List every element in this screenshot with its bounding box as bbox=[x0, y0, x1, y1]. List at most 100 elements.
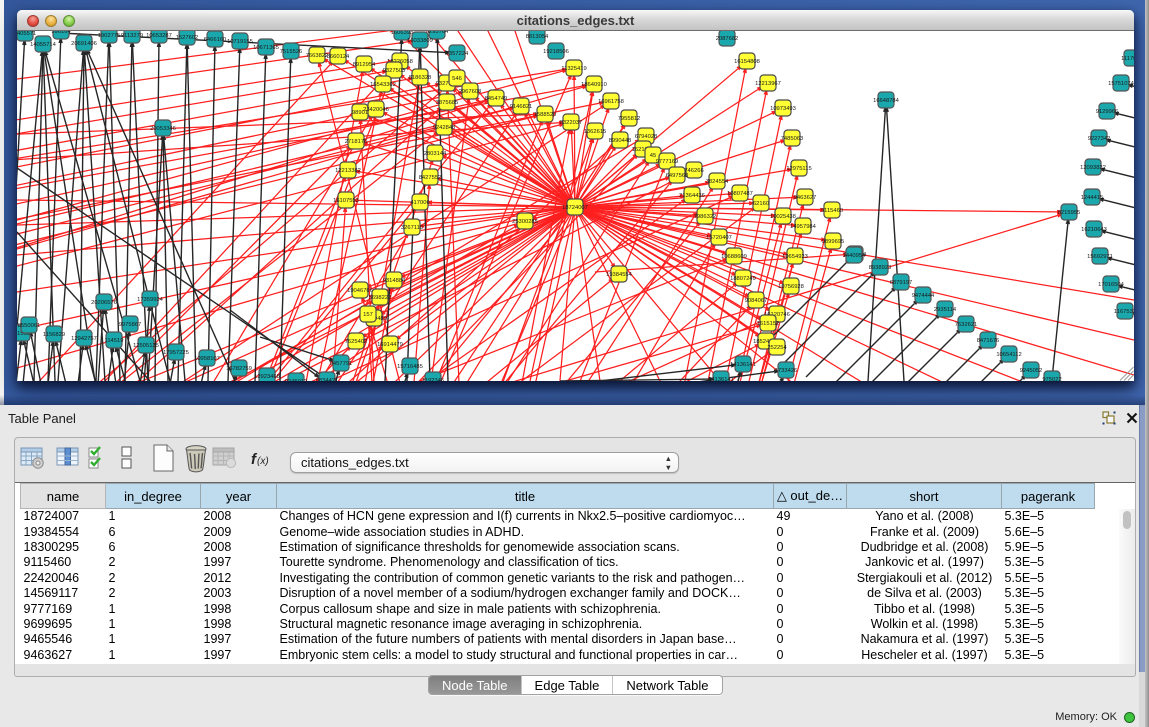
svg-text:10688609: 10688609 bbox=[721, 254, 747, 260]
svg-text:7632621: 7632621 bbox=[955, 322, 978, 328]
svg-text:8427552: 8427552 bbox=[419, 175, 442, 181]
svg-text:10756928: 10756928 bbox=[778, 284, 804, 290]
svg-text:10807487: 10807487 bbox=[727, 191, 753, 197]
svg-text:9245012: 9245012 bbox=[285, 379, 308, 381]
svg-text:11325419: 11325419 bbox=[561, 66, 586, 72]
svg-text:1733426: 1733426 bbox=[775, 368, 798, 374]
svg-text:14136141: 14136141 bbox=[708, 377, 734, 381]
svg-text:19046766: 19046766 bbox=[347, 288, 373, 294]
svg-text:10654112: 10654112 bbox=[996, 352, 1021, 358]
svg-text:8938923: 8938923 bbox=[869, 265, 892, 271]
svg-text:12213967: 12213967 bbox=[755, 81, 781, 87]
svg-text:8990448: 8990448 bbox=[609, 138, 632, 144]
svg-text:9314884: 9314884 bbox=[383, 278, 406, 284]
svg-text:2718176: 2718176 bbox=[345, 139, 368, 145]
svg-text:546: 546 bbox=[452, 76, 462, 82]
svg-text:10671365: 10671365 bbox=[253, 45, 279, 51]
svg-text:16914479: 16914479 bbox=[377, 342, 403, 348]
svg-text:14957984: 14957984 bbox=[790, 224, 817, 230]
svg-text:16210643: 16210643 bbox=[1081, 227, 1107, 233]
svg-text:15716485: 15716485 bbox=[397, 364, 423, 370]
svg-text:62160: 62160 bbox=[753, 201, 769, 207]
svg-text:8834421: 8834421 bbox=[316, 378, 339, 381]
svg-text:9899695: 9899695 bbox=[822, 239, 845, 245]
svg-text:1615152: 1615152 bbox=[757, 321, 780, 327]
svg-text:12505135: 12505135 bbox=[133, 343, 159, 349]
svg-text:16107553: 16107553 bbox=[333, 198, 359, 204]
svg-text:8293764: 8293764 bbox=[426, 31, 449, 35]
svg-text:2935114: 2935114 bbox=[934, 307, 957, 313]
svg-text:(x): (x) bbox=[257, 456, 269, 467]
svg-text:16961758: 16961758 bbox=[598, 99, 624, 105]
svg-text:2967608: 2967608 bbox=[459, 89, 482, 95]
svg-text:15692971: 15692971 bbox=[1087, 254, 1113, 260]
svg-text:18640910: 18640910 bbox=[581, 82, 607, 88]
svg-text:16033809: 16033809 bbox=[407, 38, 433, 44]
svg-text:10719155: 10719155 bbox=[227, 39, 253, 45]
svg-text:975022: 975022 bbox=[1042, 377, 1061, 381]
svg-text:1167533: 1167533 bbox=[1114, 309, 1134, 315]
svg-text:9115460: 9115460 bbox=[821, 208, 843, 214]
svg-text:9242848: 9242848 bbox=[433, 125, 456, 131]
svg-text:9227342: 9227342 bbox=[1088, 136, 1111, 142]
svg-text:16648784: 16648784 bbox=[873, 98, 900, 104]
svg-text:7663822: 7663822 bbox=[306, 53, 329, 59]
svg-text:15720407: 15720407 bbox=[706, 235, 732, 241]
svg-text:12213382: 12213382 bbox=[335, 168, 361, 174]
svg-text:14055714: 14055714 bbox=[30, 42, 57, 48]
svg-text:21364436: 21364436 bbox=[679, 193, 705, 199]
svg-text:2087682: 2087682 bbox=[716, 36, 739, 42]
svg-text:10958107: 10958107 bbox=[194, 356, 220, 362]
svg-text:17957225: 17957225 bbox=[163, 350, 189, 356]
svg-text:9474444: 9474444 bbox=[912, 293, 935, 299]
svg-text:1588520: 1588520 bbox=[534, 112, 557, 118]
svg-text:20691406: 20691406 bbox=[71, 41, 97, 47]
svg-text:19218506: 19218506 bbox=[543, 49, 569, 55]
svg-text:7986322: 7986322 bbox=[694, 214, 717, 220]
svg-text:8454749: 8454749 bbox=[485, 96, 508, 102]
svg-text:3875685: 3875685 bbox=[436, 100, 459, 106]
svg-text:1902775: 1902775 bbox=[98, 33, 121, 39]
svg-text:3267110: 3267110 bbox=[401, 225, 423, 231]
svg-text:3824554: 3824554 bbox=[706, 179, 729, 185]
svg-text:20206576: 20206576 bbox=[91, 300, 117, 306]
svg-text:8550061: 8550061 bbox=[18, 323, 41, 329]
svg-text:9113279: 9113279 bbox=[121, 33, 143, 39]
svg-text:9327503: 9327503 bbox=[383, 68, 406, 74]
svg-text:9457791: 9457791 bbox=[330, 361, 353, 367]
svg-text:15751074: 15751074 bbox=[1108, 81, 1134, 87]
svg-text:7485063: 7485063 bbox=[781, 136, 804, 142]
svg-text:12923468: 12923468 bbox=[254, 374, 280, 380]
svg-text:2803144: 2803144 bbox=[424, 151, 447, 157]
svg-text:157: 157 bbox=[363, 312, 373, 318]
svg-text:6466160: 6466160 bbox=[204, 37, 227, 43]
svg-text:1244415: 1244415 bbox=[1081, 195, 1104, 201]
svg-text:18807249: 18807249 bbox=[730, 276, 756, 282]
svg-text:1440954: 1440954 bbox=[843, 253, 866, 259]
svg-text:6794028: 6794028 bbox=[635, 134, 658, 140]
svg-text:1405571: 1405571 bbox=[17, 31, 36, 37]
svg-text:12942757: 12942757 bbox=[71, 336, 97, 342]
svg-text:1192346: 1192346 bbox=[422, 378, 444, 381]
svg-text:17016504: 17016504 bbox=[1098, 282, 1125, 288]
svg-text:23420046: 23420046 bbox=[363, 107, 389, 113]
svg-text:17359924: 17359924 bbox=[137, 297, 164, 303]
svg-text:9463627: 9463627 bbox=[794, 195, 817, 201]
svg-text:7515526: 7515526 bbox=[280, 49, 303, 55]
svg-text:8912954: 8912954 bbox=[353, 62, 376, 68]
svg-text:19384554: 19384554 bbox=[606, 272, 633, 278]
svg-text:12093822: 12093822 bbox=[1080, 165, 1106, 171]
svg-text:1362615: 1362615 bbox=[584, 129, 607, 135]
svg-text:7357224: 7357224 bbox=[446, 51, 469, 57]
svg-text:8186328: 8186328 bbox=[409, 75, 432, 81]
svg-text:12975115: 12975115 bbox=[786, 166, 811, 172]
svg-text:417006: 417006 bbox=[410, 200, 429, 206]
svg-text:5698222: 5698222 bbox=[369, 295, 392, 301]
svg-text:9975867: 9975867 bbox=[119, 322, 142, 328]
svg-text:16543362: 16543362 bbox=[370, 82, 396, 88]
svg-text:10653287: 10653287 bbox=[146, 33, 172, 39]
svg-text:8660124: 8660124 bbox=[327, 54, 350, 60]
svg-text:8322037: 8322037 bbox=[560, 120, 583, 126]
svg-text:9129966: 9129966 bbox=[1096, 109, 1119, 115]
svg-text:1117094: 1117094 bbox=[1121, 56, 1134, 62]
